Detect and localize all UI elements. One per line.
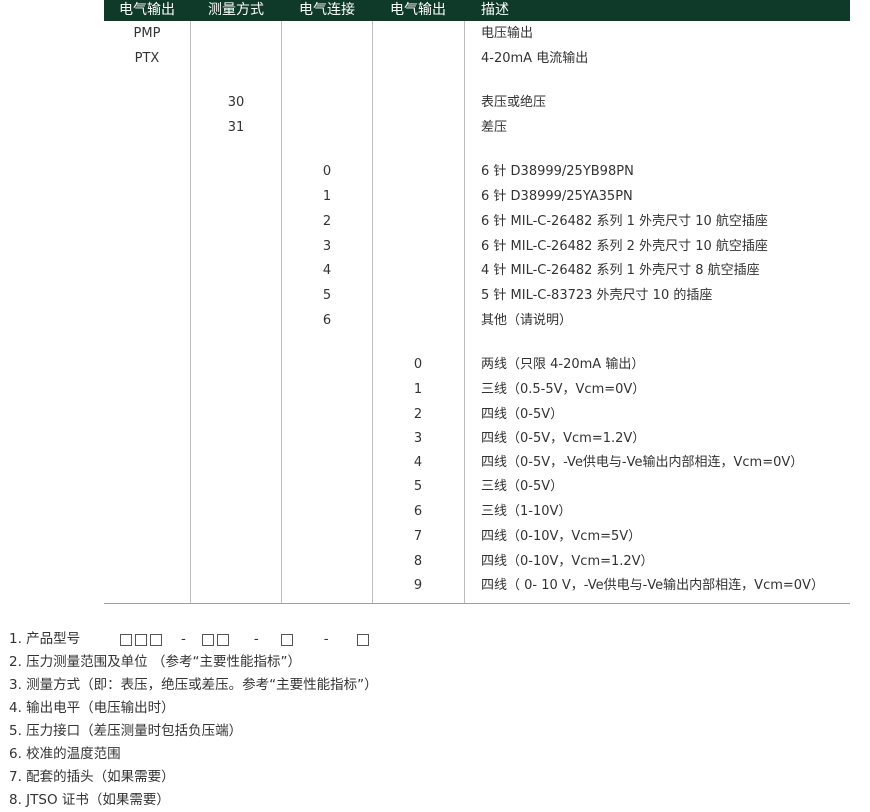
- table-desc: 6 针 MIL-C-26482 系列 2 外壳尺寸 10 航空插座: [481, 239, 768, 254]
- header-col-4: 电气输出: [390, 2, 446, 18]
- model-number-line: 1. 产品型号 - - -: [9, 628, 378, 651]
- table-code: PTX: [134, 51, 160, 66]
- table-desc: 四线（0-10V，Vcm=1.2V）: [481, 554, 654, 569]
- table-desc: 5 针 MIL-C-83723 外壳尺寸 10 的插座: [481, 288, 713, 303]
- order-code-table: 电气输出 测量方式 电气连接 电气输出 描述 PMP 电压输出 PTX 4-20…: [104, 0, 850, 604]
- box-icon: [280, 633, 293, 646]
- table-desc: 四线（ 0- 10 V，-Ve供电与-Ve输出内部相连，Vcm=0V）: [481, 578, 824, 593]
- note-item: 3. 测量方式（即：表压，绝压或差压。参考“主要性能指标”）: [9, 677, 378, 693]
- table-desc: 四线（0-5V，-Ve供电与-Ve输出内部相连，Vcm=0V）: [481, 455, 804, 470]
- table-desc: 四线（0-5V）: [481, 407, 564, 422]
- table-desc: 两线（只限 4-20mA 输出）: [481, 357, 645, 372]
- note-item: 7. 配套的插头（如果需要）: [9, 769, 175, 785]
- box-icon: [201, 633, 214, 646]
- box-icon: [135, 633, 147, 646]
- box-icon: [150, 633, 162, 646]
- box-icon: [356, 633, 369, 646]
- table-desc: 其他（请说明）: [481, 313, 573, 328]
- table-code: 0: [413, 357, 423, 372]
- table-code: 9: [413, 578, 423, 593]
- note-item: 6. 校准的温度范围: [9, 746, 121, 762]
- header-col-2: 测量方式: [208, 2, 264, 18]
- table-code: 0: [322, 164, 332, 179]
- table-desc: 电压输出: [481, 26, 534, 41]
- note-item: 4. 输出电平（电压输出时）: [9, 700, 175, 716]
- note-item: 2. 压力测量范围及单位 （参考“主要性能指标”）: [9, 654, 301, 670]
- table-code: 3: [322, 239, 332, 254]
- table-code: 7: [413, 529, 423, 544]
- note-item: 5. 压力接口（差压测量时包括负压端）: [9, 723, 243, 739]
- table-desc: 6 针 D38999/25YA35PN: [481, 189, 633, 204]
- table-code: 6: [322, 313, 332, 328]
- table-code: 3: [413, 431, 423, 446]
- table-code: 2: [322, 214, 332, 229]
- table-desc: 四线（0-10V，Vcm=5V）: [481, 529, 642, 544]
- table-code: 8: [413, 554, 423, 569]
- table-code: 1: [322, 189, 332, 204]
- table-bottom-border: [104, 603, 850, 604]
- table-code: 1: [413, 382, 423, 397]
- table-desc: 4 针 MIL-C-26482 系列 1 外壳尺寸 8 航空插座: [481, 263, 760, 278]
- box-icon: [216, 633, 229, 646]
- separator: -: [253, 631, 259, 647]
- table-code: 2: [413, 407, 423, 422]
- model-label: 1. 产品型号: [9, 631, 81, 647]
- header-col-1: 电气输出: [119, 2, 175, 18]
- table-desc: 四线（0-5V，Vcm=1.2V）: [481, 431, 646, 446]
- separator: -: [181, 631, 186, 647]
- header-col-desc: 描述: [481, 2, 509, 18]
- table-desc: 6 针 D38999/25YB98PN: [481, 164, 634, 179]
- table-code: 4: [322, 263, 332, 278]
- table-code: 5: [413, 479, 423, 494]
- column-divider: [464, 21, 465, 604]
- table-desc: 三线（0-5V）: [481, 479, 564, 494]
- table-desc: 三线（0.5-5V，Vcm=0V）: [481, 382, 646, 397]
- table-desc: 表压或绝压: [481, 95, 547, 110]
- table-header: 电气输出 测量方式 电气连接 电气输出 描述: [104, 0, 850, 21]
- table-code: 4: [413, 455, 423, 470]
- table-code: 31: [227, 120, 245, 135]
- separator: -: [323, 631, 329, 647]
- table-code: PMP: [133, 26, 161, 41]
- table-desc: 差压: [481, 120, 508, 135]
- table-code: 6: [413, 504, 423, 519]
- table-code: 30: [227, 95, 245, 110]
- table-desc: 4-20mA 电流输出: [481, 51, 589, 66]
- box-icon: [120, 633, 132, 646]
- order-notes: 1. 产品型号 - - - 2. 压力测量范围及单位 （参考“主要性能指标”） …: [9, 628, 378, 812]
- header-col-3: 电气连接: [299, 2, 355, 18]
- table-desc: 三线（1-10V）: [481, 504, 572, 519]
- table-desc: 6 针 MIL-C-26482 系列 1 外壳尺寸 10 航空插座: [481, 214, 768, 229]
- table-code: 5: [322, 288, 332, 303]
